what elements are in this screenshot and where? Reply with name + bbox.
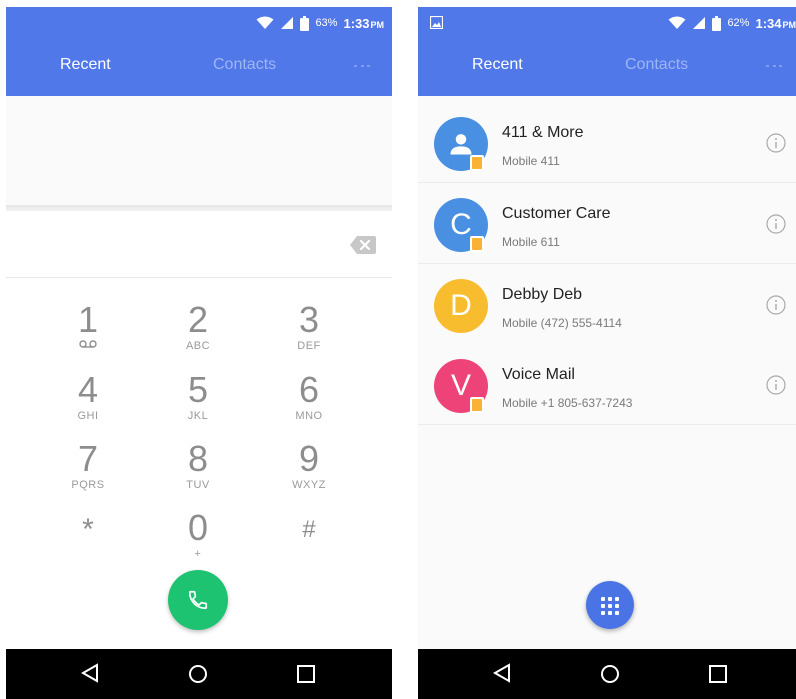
contact-name: Voice Mail [502,366,575,383]
key-0[interactable]: 0 + [143,508,253,570]
recent-area-blank [6,96,392,206]
status-bar: 63% 1:33PM [256,14,384,32]
dialer-screen: 63% 1:33PM Recent Contacts 1 2 ABC 3 DEF… [6,7,392,699]
system-nav-bar [6,649,392,699]
recent-apps-icon[interactable] [297,665,315,683]
key-7[interactable]: 7 PQRS [33,439,143,501]
tab-recent[interactable]: Recent [472,56,523,74]
list-item[interactable]: V Voice Mail Mobile +1 805-637-7243 [418,344,796,425]
signal-icon [693,17,706,29]
battery-icon [300,15,310,31]
contact-name: 411 & More [502,124,584,141]
signal-icon [281,17,294,29]
avatar: D [434,279,488,333]
person-icon [450,134,472,155]
backspace-icon[interactable] [350,236,376,254]
info-icon[interactable] [766,375,786,395]
recent-apps-icon[interactable] [709,665,727,683]
status-bar: 62% 1:34PM [668,14,796,32]
list-item[interactable]: C Customer Care Mobile 611 [418,183,796,264]
contact-name: Customer Care [502,205,611,222]
recent-screen: 62% 1:34PM Recent Contacts 411 & More Mo… [418,7,796,699]
home-icon[interactable] [188,664,208,684]
contact-number: Mobile (472) 555-4114 [502,316,622,330]
call-button[interactable] [168,570,228,630]
app-header: 62% 1:34PM Recent Contacts [418,7,796,96]
back-icon[interactable] [80,663,100,683]
overflow-menu-icon[interactable] [766,65,782,67]
clock: 1:34PM [755,15,796,31]
battery-icon [712,15,722,31]
sim-card-icon [470,397,484,413]
info-icon[interactable] [766,214,786,234]
app-header: 63% 1:33PM Recent Contacts [6,7,392,96]
info-icon[interactable] [766,295,786,315]
contact-number: Mobile +1 805-637-7243 [502,396,633,410]
sim-card-icon [470,155,484,171]
contact-number: Mobile 411 [502,154,560,168]
wifi-icon [668,16,686,29]
tab-contacts[interactable]: Contacts [213,56,276,74]
tab-recent[interactable]: Recent [60,56,111,74]
key-2[interactable]: 2 ABC [143,300,253,362]
battery-percent: 62% [727,17,750,29]
battery-percent: 63% [315,17,338,29]
dialpad-button[interactable] [586,581,634,629]
key-hash[interactable]: # [254,510,364,572]
voicemail-icon [79,340,97,348]
contact-name: Debby Deb [502,286,583,303]
clock: 1:33PM [343,15,384,31]
contact-number: Mobile 611 [502,235,560,249]
home-icon[interactable] [600,664,620,684]
wifi-icon [256,16,274,29]
list-item[interactable]: 411 & More Mobile 411 [418,102,796,183]
back-icon[interactable] [492,663,512,683]
key-3[interactable]: 3 DEF [254,300,364,362]
overflow-menu-icon[interactable] [354,65,370,67]
list-item[interactable]: D Debby Deb Mobile (472) 555-4114 [418,264,796,345]
tab-contacts[interactable]: Contacts [625,56,688,74]
number-input-field[interactable] [6,211,392,277]
system-nav-bar [418,649,796,699]
key-4[interactable]: 4 GHI [33,370,143,432]
dialpad-icon [601,597,619,615]
image-notification-icon [430,16,443,29]
sim-card-icon [470,236,484,252]
key-8[interactable]: 8 TUV [143,439,253,501]
key-1[interactable]: 1 [33,300,143,362]
key-9[interactable]: 9 WXYZ [254,439,364,501]
key-5[interactable]: 5 JKL [143,370,253,432]
phone-icon [188,590,208,610]
info-icon[interactable] [766,133,786,153]
key-star[interactable]: * [33,510,143,572]
key-6[interactable]: 6 MNO [254,370,364,432]
